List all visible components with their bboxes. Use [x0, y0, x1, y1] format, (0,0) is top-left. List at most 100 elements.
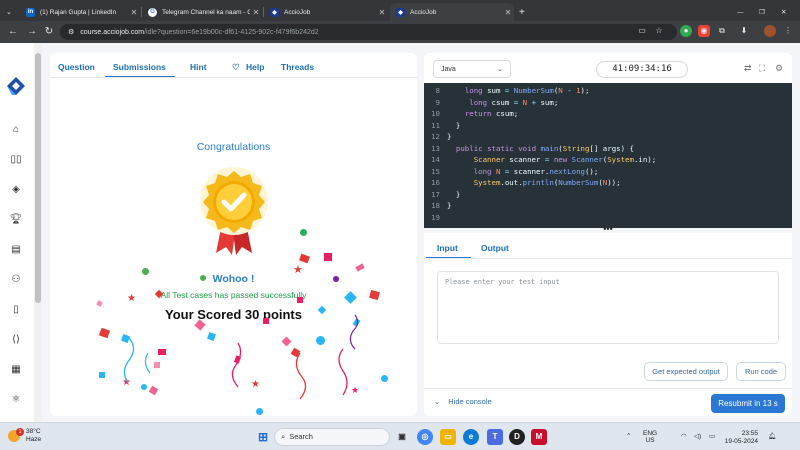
chrome-icon[interactable]: ◎	[417, 429, 433, 445]
page-scrollbar[interactable]	[34, 43, 42, 422]
url-domain: course.acciojob.com	[80, 28, 145, 36]
close-tab-icon[interactable]: ✕	[250, 8, 262, 17]
confetti-streamers	[123, 314, 359, 400]
close-tab-icon[interactable]: ✕	[376, 8, 388, 17]
bookmark-star-icon[interactable]: ☆	[653, 25, 665, 37]
tab-input[interactable]: Input	[437, 243, 458, 253]
close-tab-icon[interactable]: ✕	[502, 8, 514, 17]
calendar-icon[interactable]: ▦	[9, 363, 23, 377]
document-icon[interactable]: ▯	[9, 303, 23, 317]
search-icon: ⌕	[281, 432, 286, 441]
acciojob-logo-icon[interactable]	[6, 76, 26, 95]
browser-tab-acciojob-active[interactable]: ◆ AccioJob ✕	[390, 3, 514, 21]
code-line: 13 public static void main(String[] args…	[431, 143, 634, 153]
new-tab-button[interactable]: +	[516, 3, 532, 21]
clock-date: 19-05-2024	[724, 438, 758, 445]
test-input-placeholder: Please enter your test input	[445, 278, 560, 286]
battery-icon[interactable]: ▭	[709, 432, 715, 440]
run-code-button[interactable]: Run code	[736, 362, 786, 381]
reset-code-icon[interactable]: ⇄	[744, 63, 752, 74]
browser-tab-linkedin[interactable]: in (1) Rajan Gupta | LinkedIn ✕	[20, 3, 140, 21]
teams-icon[interactable]: T	[487, 429, 503, 445]
people-icon[interactable]: ⚇	[9, 273, 23, 287]
search-label: Search	[289, 432, 313, 441]
chevron-down-icon: ⌄	[434, 397, 441, 406]
dell-icon[interactable]: D	[509, 429, 525, 445]
file-explorer-icon[interactable]: ▭	[440, 429, 456, 445]
back-arrow-icon[interactable]: ←	[6, 25, 20, 39]
restore-icon[interactable]: ❐	[757, 3, 771, 21]
language-select[interactable]: Java ⌄	[433, 60, 511, 78]
code-line: 16 System.out.println(NumberSum(N));	[431, 178, 621, 187]
language-value: Java	[441, 66, 456, 73]
close-tab-icon[interactable]: ✕	[128, 8, 140, 17]
code-icon[interactable]: ⟨⟩	[9, 333, 23, 347]
browser-tab-title: AccioJob	[410, 8, 437, 16]
edge-icon[interactable]: e	[463, 429, 479, 445]
notifications-bell-icon[interactable]: 🔔︎	[768, 432, 776, 440]
code-line: 15 long N = scanner.nextLong();	[431, 166, 599, 176]
tab-search-button[interactable]: ⌄	[4, 3, 20, 21]
tab-divider	[424, 258, 792, 259]
code-line: 18}	[431, 201, 452, 210]
extension-red-icon[interactable]: ◉	[698, 25, 710, 37]
windows-taskbar: 1 38°C Haze ⊞ ⌕ Search ▣ ◎ ▭ e T D M ⌃ EN…	[0, 422, 800, 450]
get-expected-output-button[interactable]: Get expected output	[644, 362, 728, 381]
code-area[interactable]: 8 long sum = NumberSum(N - 1); 9 long cs…	[424, 83, 792, 228]
settings-gear-icon[interactable]: ⚙	[775, 63, 783, 74]
home-icon[interactable]: ⌂	[9, 123, 23, 137]
code-line: 11 }	[431, 120, 461, 130]
scrollbar-thumb[interactable]	[35, 53, 41, 303]
weather-desc: Haze	[26, 436, 42, 443]
url-path: /idle?question=6e19b00c-df61-4125-902c-f…	[144, 28, 319, 36]
downloads-icon[interactable]: ⬇	[738, 25, 750, 37]
code-line: 17 }	[431, 189, 461, 199]
network-icon[interactable]: ⚛	[9, 393, 23, 407]
extensions-puzzle-icon[interactable]: ⧉	[716, 25, 728, 37]
mcafee-icon[interactable]: M	[531, 429, 547, 445]
fullscreen-icon[interactable]: ⛶	[759, 63, 765, 74]
layers-icon[interactable]: ◈	[9, 183, 23, 197]
trophy-icon[interactable]: 🏆︎	[9, 213, 23, 227]
browser-tab-telegram[interactable]: G Telegram Channel ka naam - Go ✕	[142, 3, 262, 21]
windows-start-icon[interactable]: ⊞	[255, 429, 271, 445]
console-footer-divider	[424, 388, 792, 389]
profile-avatar-icon[interactable]	[764, 25, 776, 37]
close-window-icon[interactable]: ✕	[779, 3, 793, 21]
tray-chevron-up-icon[interactable]: ⌃	[626, 432, 631, 440]
task-view-icon[interactable]: ▣	[394, 429, 410, 445]
resubmit-button[interactable]: Resubmit in 13 s	[711, 394, 785, 413]
linkedin-icon: in	[26, 7, 35, 17]
book-icon[interactable]: ▯▯	[9, 153, 23, 167]
test-input-field[interactable]: Please enter your test input	[437, 271, 779, 344]
browser-toolbar: ← → ↻ ⚙ course.acciojob.com/idle?questio…	[0, 21, 800, 43]
minimize-icon[interactable]: —	[735, 3, 749, 21]
google-icon: G	[148, 7, 157, 17]
code-editor-panel: Java ⌄ 41:09:34:16 ⇄ ⛶ ⚙ 8 long sum = Nu…	[424, 53, 792, 228]
tab-output[interactable]: Output	[481, 243, 509, 253]
site-info-icon[interactable]: ⚙	[68, 28, 74, 36]
language-code: ENG	[643, 430, 658, 437]
address-bar[interactable]: ⚙ course.acciojob.com/idle?question=6e19…	[60, 24, 677, 40]
code-line: 8 long sum = NumberSum(N - 1);	[435, 86, 590, 95]
reload-icon[interactable]: ↻	[42, 25, 56, 39]
chat-icon[interactable]: ▤	[9, 243, 23, 257]
clock[interactable]: 23:55 19-05-2024	[724, 430, 758, 446]
browser-tab-strip: ⌄ in (1) Rajan Gupta | LinkedIn ✕ G Tele…	[0, 0, 800, 21]
volume-icon[interactable]: ◁)	[694, 432, 701, 440]
menu-kebab-icon[interactable]: ⋮	[782, 25, 794, 37]
extension-green-icon[interactable]: ●	[680, 25, 692, 37]
cast-icon[interactable]: ▭	[636, 25, 648, 37]
taskbar-search[interactable]: ⌕ Search	[274, 428, 390, 446]
browser-tab-title: AccioJob	[284, 8, 311, 16]
forward-arrow-icon[interactable]: →	[25, 25, 39, 39]
hide-console-button[interactable]: ⌄ Hide console	[434, 397, 492, 406]
region-code: US	[645, 437, 655, 444]
browser-tab-title: Telegram Channel ka naam - Go	[162, 8, 250, 16]
browser-tab-acciojob[interactable]: ◆ AccioJob ✕	[264, 3, 388, 21]
clock-time: 23:55	[741, 430, 758, 437]
browser-tab-title: (1) Rajan Gupta | LinkedIn	[40, 8, 117, 16]
wifi-icon[interactable]: ◠	[681, 432, 687, 440]
weather-temp: 38°C	[26, 428, 41, 435]
language-indicator[interactable]: ENG US	[643, 430, 657, 444]
